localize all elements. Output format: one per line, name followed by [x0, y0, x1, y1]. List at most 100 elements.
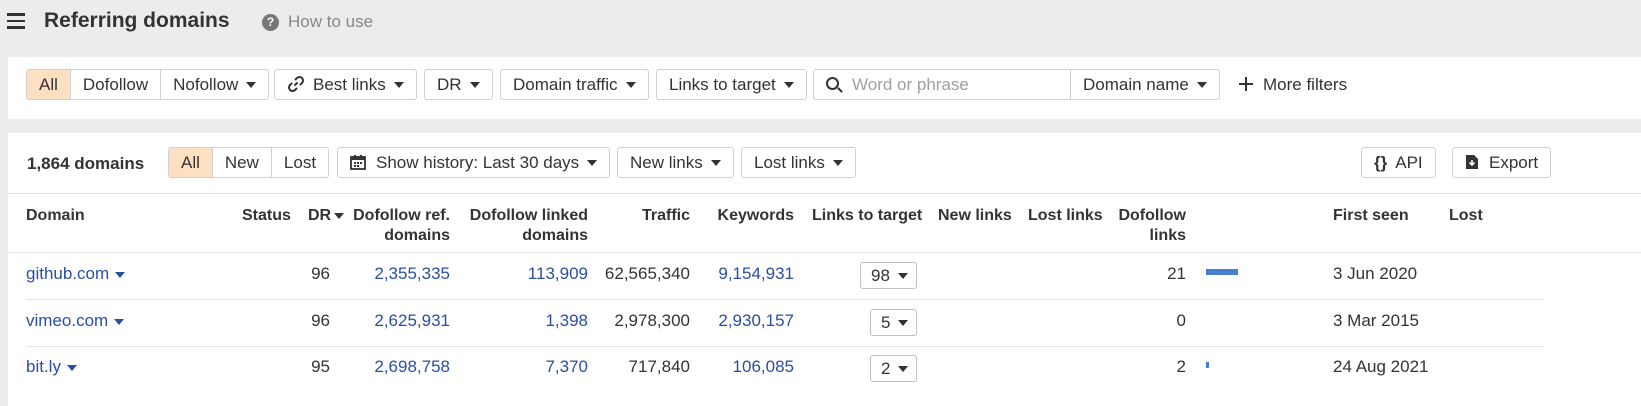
col-lost[interactable]: Lost	[1449, 206, 1483, 226]
api-braces-icon: {}	[1374, 153, 1388, 172]
col-dofollow-linked-line2: domains	[522, 227, 588, 244]
link-type-dofollow[interactable]: Dofollow	[71, 70, 162, 99]
best-links-dropdown[interactable]: Best links	[274, 69, 417, 100]
col-new-links[interactable]: New links	[938, 206, 1012, 226]
export-label: Export	[1489, 153, 1539, 172]
traffic-value: 2,978,300	[614, 311, 690, 330]
col-dofollow-links[interactable]: Dofollow links	[1108, 206, 1186, 246]
export-button[interactable]: Export	[1452, 147, 1552, 178]
col-domain[interactable]: Domain	[26, 206, 85, 226]
col-keywords[interactable]: Keywords	[708, 206, 794, 226]
api-button[interactable]: {} API	[1361, 147, 1436, 178]
domain-traffic-label: Domain traffic	[513, 75, 618, 94]
row-divider	[26, 346, 1544, 347]
first-seen-value: 3 Jun 2020	[1333, 264, 1418, 283]
domain-count: 1,864 domains	[27, 154, 145, 173]
more-filters-label: More filters	[1263, 75, 1348, 94]
col-traffic[interactable]: Traffic	[608, 206, 690, 226]
dofollow-linked-value[interactable]: 1,398	[458, 311, 588, 331]
main-panel: 1,864 domains All New Lost Show history:…	[8, 133, 1641, 406]
calendar-icon	[350, 155, 366, 170]
col-status[interactable]: Status	[242, 206, 291, 226]
search-scope-label: Domain name	[1083, 75, 1189, 94]
chevron-down-icon	[710, 159, 721, 166]
link-icon	[287, 75, 305, 93]
dr-value: 95	[311, 357, 330, 376]
chevron-down-icon	[587, 159, 598, 166]
links-to-target-select[interactable]: 5	[870, 309, 918, 336]
domain-link[interactable]: vimeo.com	[26, 311, 125, 331]
col-dofollow-ref-domains[interactable]: Dofollow ref. domains	[338, 206, 450, 246]
hamburger-menu-icon[interactable]	[7, 13, 25, 29]
new-links-dropdown[interactable]: New links	[617, 147, 734, 178]
col-dofollow-links-line2: links	[1149, 227, 1186, 244]
chevron-down-icon	[898, 365, 909, 372]
chevron-down-icon[interactable]	[66, 364, 77, 371]
domain-name: github.com	[26, 264, 110, 283]
chevron-down-icon	[898, 319, 909, 326]
dofollow-links-bar	[1206, 362, 1209, 368]
col-lost-links[interactable]: Lost links	[1028, 206, 1103, 226]
dofollow-links-value: 0	[1176, 311, 1186, 330]
best-links-label: Best links	[313, 75, 386, 94]
chevron-down-icon[interactable]	[114, 318, 125, 325]
keywords-value[interactable]: 106,085	[698, 357, 794, 377]
export-icon	[1466, 155, 1478, 169]
page-title: Referring domains	[44, 9, 230, 32]
search-input[interactable]	[852, 73, 1072, 96]
new-links-label: New links	[630, 153, 703, 172]
keywords-value[interactable]: 9,154,931	[698, 264, 794, 284]
status-tab-new[interactable]: New	[213, 148, 272, 177]
links-to-target-select[interactable]: 98	[860, 262, 917, 289]
status-tab-all[interactable]: All	[169, 148, 213, 177]
dofollow-linked-value[interactable]: 113,909	[458, 264, 588, 284]
links-to-target-value: 5	[881, 313, 891, 332]
filter-panel: All Dofollow Nofollow Best links DR Doma…	[8, 57, 1641, 119]
link-type-all[interactable]: All	[27, 70, 71, 99]
traffic-value: 717,840	[628, 357, 690, 376]
help-icon[interactable]: ?	[262, 14, 279, 31]
col-dofollow-linked-line1: Dofollow linked	[469, 207, 588, 224]
plus-icon	[1239, 77, 1253, 91]
dofollow-ref-value[interactable]: 2,355,335	[338, 264, 450, 284]
row-divider	[26, 299, 1544, 300]
dr-value: 96	[311, 311, 330, 330]
domain-name: vimeo.com	[26, 311, 109, 330]
col-dofollow-ref-line2: domains	[384, 227, 450, 244]
more-filters-button[interactable]: More filters	[1226, 69, 1361, 100]
domain-link[interactable]: github.com	[26, 264, 126, 284]
lost-links-label: Lost links	[754, 153, 825, 172]
dr-dropdown[interactable]: DR	[424, 69, 493, 100]
keywords-value[interactable]: 2,930,157	[698, 311, 794, 331]
domain-traffic-dropdown[interactable]: Domain traffic	[500, 69, 649, 100]
col-dr-label: DR	[308, 207, 332, 224]
how-to-use-link[interactable]: How to use	[288, 12, 373, 32]
links-to-target-label: Links to target	[669, 75, 776, 94]
links-to-target-select[interactable]: 2	[870, 355, 918, 382]
search-scope-dropdown[interactable]: Domain name	[1070, 69, 1220, 100]
first-seen-value: 24 Aug 2021	[1333, 357, 1429, 376]
link-type-segmented-control: All Dofollow Nofollow	[26, 69, 270, 100]
history-label: Show history: Last 30 days	[376, 153, 580, 172]
col-dofollow-ref-line1: Dofollow ref.	[353, 207, 450, 224]
col-dofollow-linked-domains[interactable]: Dofollow linked domains	[458, 206, 588, 246]
dofollow-ref-value[interactable]: 2,625,931	[338, 311, 450, 331]
link-type-nofollow-label: Nofollow	[173, 75, 239, 94]
links-to-target-value: 98	[871, 266, 890, 285]
col-links-to-target[interactable]: Links to target	[812, 206, 922, 226]
first-seen-value: 3 Mar 2015	[1333, 311, 1419, 330]
lost-links-dropdown[interactable]: Lost links	[741, 147, 856, 178]
dofollow-ref-value[interactable]: 2,698,758	[338, 357, 450, 377]
dofollow-links-value: 21	[1167, 264, 1186, 283]
top-bar: Referring domains ? How to use	[0, 0, 1641, 44]
col-dofollow-links-line1: Dofollow	[1118, 207, 1186, 224]
chevron-down-icon	[393, 81, 404, 88]
dofollow-linked-value[interactable]: 7,370	[458, 357, 588, 377]
domain-link[interactable]: bit.ly	[26, 357, 77, 377]
status-tab-lost[interactable]: Lost	[272, 148, 328, 177]
history-dropdown[interactable]: Show history: Last 30 days	[337, 147, 611, 178]
links-to-target-dropdown[interactable]: Links to target	[656, 69, 807, 100]
chevron-down-icon[interactable]	[115, 271, 126, 278]
link-type-nofollow[interactable]: Nofollow	[161, 70, 268, 99]
col-first-seen[interactable]: First seen	[1333, 206, 1409, 226]
